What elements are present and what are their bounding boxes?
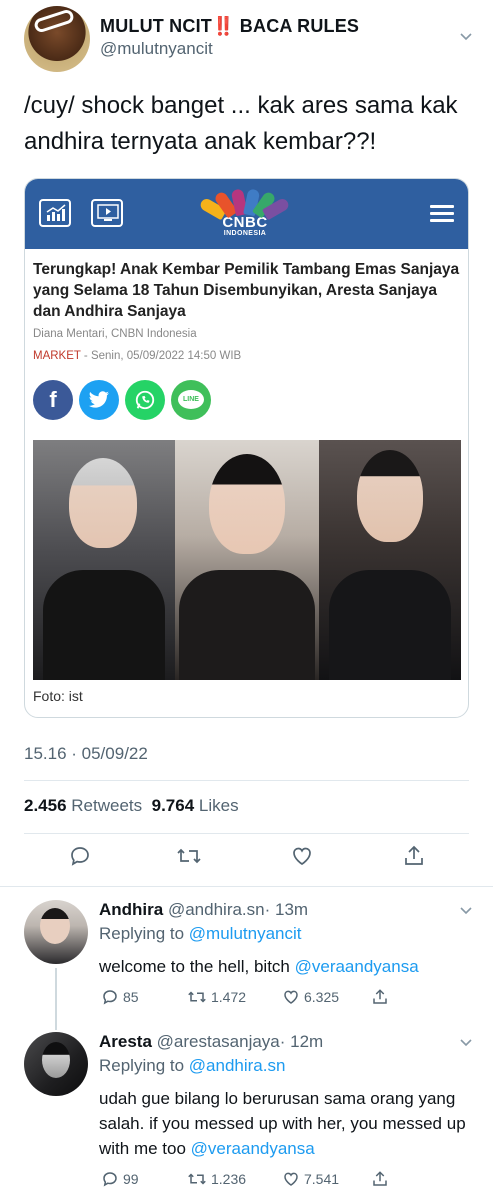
likes-label: Likes (198, 796, 239, 815)
tweet-text: /cuy/ shock banget ... kak ares sama kak… (24, 92, 458, 155)
author-display-name[interactable]: MULUT NCIT‼️ BACA RULES (100, 16, 359, 37)
reply-text: welcome to the hell, bitch @veraandyansa (99, 954, 474, 979)
divider (24, 780, 469, 781)
hamburger-menu-icon[interactable] (430, 205, 454, 223)
tweet-timestamp[interactable]: 15.16 · 05/09/22 (24, 744, 148, 764)
likes-stat[interactable]: 9.764 Likes (152, 796, 239, 815)
cnbc-logo[interactable]: CNBC INDONESIA (198, 185, 291, 245)
reply-actions: 99 1.236 7.541 (99, 1170, 399, 1190)
likes-count: 9.764 (151, 796, 195, 815)
reply-author: Aresta @arestasanjaya· 12m (99, 1032, 323, 1052)
replying-to-link[interactable]: @andhira.sn (189, 1056, 286, 1075)
tweet-actions (24, 844, 469, 874)
replying-to-link[interactable]: @mulutnyancit (189, 924, 302, 943)
chevron-down-icon[interactable] (458, 28, 474, 44)
glasses-decoration (32, 8, 76, 34)
reply-icon (103, 1172, 117, 1187)
retweet-count: 1.472 (211, 989, 247, 1005)
heart-icon[interactable] (290, 844, 316, 870)
category-label[interactable]: MARKET (33, 350, 81, 362)
article-byline: Diana Mentari, CNBN Indonesia (33, 328, 197, 340)
reply-author-handle[interactable]: @arestasanjaya (157, 1032, 280, 1051)
whatsapp-share-icon[interactable] (125, 380, 165, 420)
avatar[interactable] (24, 6, 90, 72)
share-icon (373, 989, 387, 1004)
retweet-icon (188, 991, 206, 1003)
like-count: 6.325 (304, 989, 340, 1005)
tweet-header: MULUT NCIT‼️ BACA RULES @mulutnyancit (24, 6, 474, 72)
reply-time[interactable]: · 13m (265, 900, 308, 919)
reply-author-handle[interactable]: @andhira.sn (168, 900, 265, 919)
photo-person-right (319, 440, 461, 680)
thread-line (55, 968, 57, 1030)
photo-person-center (175, 440, 319, 680)
article-photo[interactable] (33, 440, 461, 680)
divider (24, 833, 469, 834)
line-share-icon[interactable]: LINE (171, 380, 211, 420)
reply-button[interactable]: 99 (101, 1170, 139, 1188)
mention-link[interactable]: @veraandyansa (191, 1139, 315, 1158)
mention-link[interactable]: @veraandyansa (295, 957, 419, 976)
retweet-button[interactable]: 1.472 (187, 988, 246, 1006)
replying-to-label: Replying to (99, 924, 185, 943)
author-handle[interactable]: @mulutnyancit (100, 39, 359, 59)
twitter-share-icon[interactable] (79, 380, 119, 420)
reply-text-body: welcome to the hell, bitch (99, 957, 295, 976)
divider (0, 886, 493, 887)
like-button[interactable]: 7.541 (282, 1170, 339, 1188)
reply-button[interactable]: 85 (101, 988, 139, 1006)
replying-to: Replying to @mulutnyancit (99, 924, 302, 944)
article-dateline: MARKET - Senin, 05/09/2022 14:50 WIB (33, 350, 241, 362)
retweet-button[interactable]: 1.236 (187, 1170, 246, 1188)
share-icon[interactable] (402, 844, 428, 870)
article-date: - Senin, 05/09/2022 14:50 WIB (80, 350, 242, 362)
like-button[interactable]: 6.325 (282, 988, 339, 1006)
retweet-count: 1.236 (211, 1171, 247, 1187)
chart-icon[interactable] (39, 199, 71, 227)
retweets-label: Retweets (71, 796, 143, 815)
retweets-stat[interactable]: 2.456 Retweets (24, 796, 142, 815)
heart-icon (284, 1172, 298, 1186)
share-button[interactable] (371, 1170, 389, 1188)
retweet-icon[interactable] (176, 844, 202, 870)
reply-actions: 85 1.472 6.325 (99, 988, 399, 1008)
like-count: 7.541 (304, 1171, 340, 1187)
retweets-count: 2.456 (24, 796, 67, 815)
chevron-down-icon[interactable] (458, 1034, 474, 1053)
tv-play-icon[interactable] (91, 199, 123, 227)
avatar[interactable] (24, 1032, 88, 1096)
reply-icon[interactable] (68, 844, 94, 870)
reply-author: Andhira @andhira.sn· 13m (99, 900, 308, 920)
article-card[interactable]: CNBC INDONESIA Terungkap! Anak Kembar Pe… (24, 178, 469, 718)
facebook-share-icon[interactable]: f (33, 380, 73, 420)
chevron-down-icon[interactable] (458, 902, 474, 921)
logo-subtext: INDONESIA (223, 230, 267, 237)
reply-author-name[interactable]: Andhira (99, 900, 163, 919)
avatar[interactable] (24, 900, 88, 964)
photo-caption: Foto: ist (33, 688, 83, 704)
reply-count: 99 (123, 1171, 139, 1187)
reply-icon (103, 990, 117, 1005)
replying-to: Replying to @andhira.sn (99, 1056, 285, 1076)
photo-person-left (33, 440, 175, 680)
tweet-stats: 2.456 Retweets 9.764 Likes (24, 796, 239, 816)
reply-tweet[interactable]: Andhira @andhira.sn· 13m Replying to @mu… (24, 900, 474, 1012)
line-label: LINE (178, 390, 204, 409)
reply-count: 85 (123, 989, 139, 1005)
author-block: MULUT NCIT‼️ BACA RULES @mulutnyancit (100, 16, 359, 59)
reply-time[interactable]: · 12m (280, 1032, 323, 1051)
replying-to-label: Replying to (99, 1056, 185, 1075)
reply-text: udah gue bilang lo berurusan sama orang … (99, 1086, 474, 1161)
reply-author-name[interactable]: Aresta (99, 1032, 152, 1051)
article-headline[interactable]: Terungkap! Anak Kembar Pemilik Tambang E… (33, 259, 463, 322)
heart-icon (284, 990, 298, 1004)
cnbc-header: CNBC INDONESIA (25, 179, 468, 249)
share-icon (373, 1171, 387, 1186)
share-button[interactable] (371, 988, 389, 1006)
reply-tweet[interactable]: Aresta @arestasanjaya· 12m Replying to @… (24, 1032, 474, 1192)
peacock-icon (198, 185, 291, 221)
retweet-icon (188, 1173, 206, 1185)
